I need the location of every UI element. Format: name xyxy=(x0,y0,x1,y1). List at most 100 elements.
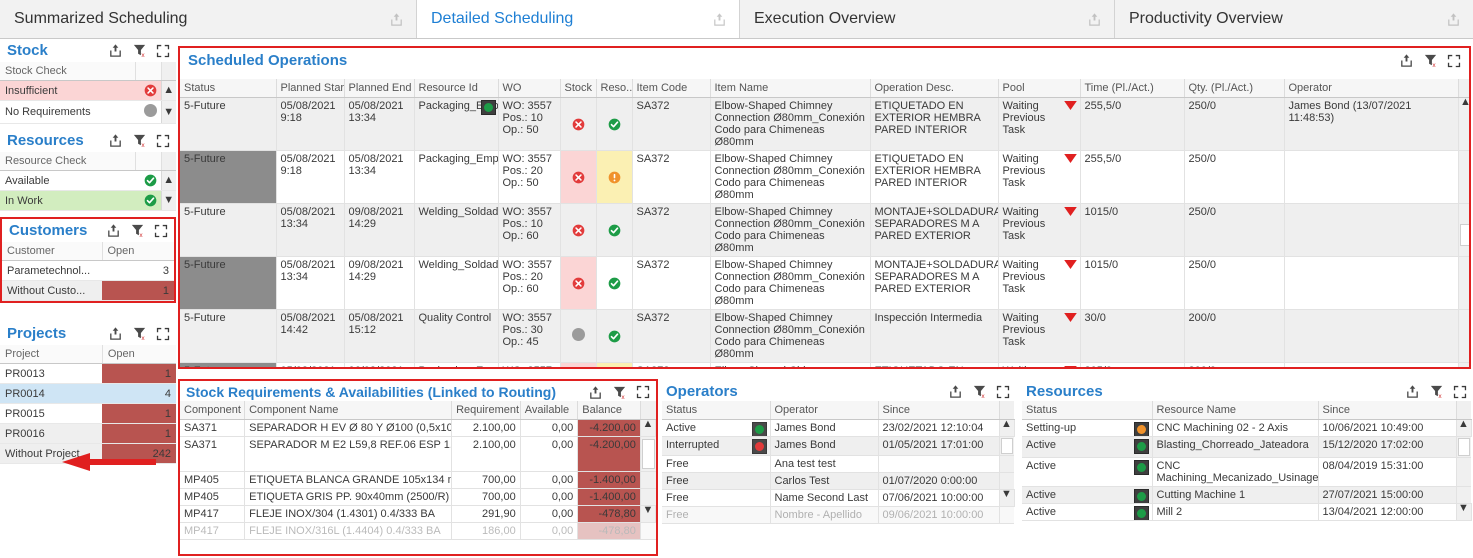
column-header-pool[interactable]: Pool xyxy=(998,79,1080,98)
table-row[interactable]: Active CNC Machining_Mecanizado_Usinagem… xyxy=(1022,458,1471,487)
filter-clear-icon[interactable]: x xyxy=(130,223,145,238)
table-row[interactable]: Without Custo... 1 xyxy=(2,281,174,301)
filter-clear-icon[interactable]: x xyxy=(1423,53,1438,68)
scroll-down-button[interactable]: ▼ xyxy=(640,506,655,523)
column-header-qty[interactable]: Qty. (Pl./Act.) xyxy=(1184,79,1284,98)
scroll-down-button[interactable]: ▼ xyxy=(1456,504,1471,521)
tab-detailed-scheduling[interactable]: Detailed Scheduling xyxy=(417,0,740,38)
column-header-stock[interactable]: Stock xyxy=(560,79,596,98)
scroll-up-button[interactable]: ▲ xyxy=(1456,420,1471,437)
table-row[interactable]: MP405 ETIQUETA BLANCA GRANDE 105x134 mm.… xyxy=(180,472,656,489)
table-row[interactable]: MP417 FLEJE INOX/304 (1.4301) 0.4/333 BA… xyxy=(180,506,656,523)
scrollbar-track[interactable] xyxy=(640,523,655,540)
tab-productivity-overview[interactable]: Productivity Overview xyxy=(1115,0,1473,38)
tab-execution-overview[interactable]: Execution Overview xyxy=(740,0,1115,38)
scrollbar-track[interactable] xyxy=(640,489,655,506)
table-row[interactable]: In Work ▼ xyxy=(0,191,176,211)
column-header-resource-check[interactable]: Reso... xyxy=(596,79,632,98)
export-icon[interactable] xyxy=(712,12,727,27)
column-header-operator[interactable]: Operator xyxy=(1284,79,1458,98)
column-header-status[interactable]: Status xyxy=(1022,401,1152,420)
column-header-requirement[interactable]: Requirement xyxy=(452,401,521,420)
filter-clear-icon[interactable]: x xyxy=(132,133,147,148)
export-icon[interactable] xyxy=(1446,12,1461,27)
export-icon[interactable] xyxy=(948,384,963,399)
scrollbar-track[interactable] xyxy=(999,456,1014,473)
table-row[interactable]: Available ▲ xyxy=(0,171,176,191)
column-header-planned-end[interactable]: Planned End xyxy=(344,79,414,98)
table-row[interactable]: 5-Future 05/08/2021 13:34 09/08/2021 14:… xyxy=(180,257,1469,310)
table-row[interactable]: Active Blasting_Chorreado_Jateadora 15/1… xyxy=(1022,437,1471,458)
scroll-up-button[interactable]: ▲ xyxy=(640,420,655,437)
filter-clear-icon[interactable]: x xyxy=(132,326,147,341)
table-row[interactable]: PR0016 1 xyxy=(0,424,176,444)
table-row[interactable]: SA371 SEPARADOR M E2 L59,8 REF.06 ESP 1.… xyxy=(180,437,656,472)
table-row[interactable]: No Requirements ▼ xyxy=(0,101,176,124)
scroll-down-button[interactable]: ▼ xyxy=(1458,363,1469,368)
scrollbar-track[interactable] xyxy=(1456,458,1471,487)
column-header-item-name[interactable]: Item Name xyxy=(710,79,870,98)
column-header-planned-start[interactable]: Planned Start xyxy=(276,79,344,98)
column-header-since[interactable]: Since xyxy=(1318,401,1456,420)
expand-icon[interactable] xyxy=(996,385,1010,399)
filter-clear-icon[interactable]: x xyxy=(1429,384,1444,399)
scrollbar-track[interactable] xyxy=(1458,257,1469,310)
scrollbar-thumb[interactable] xyxy=(1458,204,1469,257)
table-row[interactable]: Parametechnol... 3 xyxy=(2,261,174,281)
column-header-available[interactable]: Available xyxy=(520,401,578,420)
table-row[interactable]: Active Mill 2 13/04/2021 12:00:00 ▼ xyxy=(1022,504,1471,521)
column-header-component[interactable]: Component xyxy=(180,401,245,420)
table-row[interactable]: PR0014 4 xyxy=(0,384,176,404)
table-row[interactable]: SA371 SEPARADOR H EV Ø 80 Y Ø100 (0,5x10… xyxy=(180,420,656,437)
expand-icon[interactable] xyxy=(1453,385,1467,399)
table-row[interactable]: 5-Future 05/08/2021 9:18 05/08/2021 13:3… xyxy=(180,151,1469,204)
table-row[interactable]: Active Cutting Machine 1 27/07/2021 15:0… xyxy=(1022,487,1471,504)
export-icon[interactable] xyxy=(1405,384,1420,399)
table-row[interactable]: Free Nombre - Apellido 09/06/2021 10:00:… xyxy=(662,507,1014,524)
tab-summarized-scheduling[interactable]: Summarized Scheduling xyxy=(0,0,417,38)
column-header-resource-id[interactable]: Resource Id xyxy=(414,79,498,98)
filter-clear-icon[interactable]: x xyxy=(132,43,147,58)
export-icon[interactable] xyxy=(108,133,123,148)
table-row[interactable]: Interrupted James Bond 01/05/2021 17:01:… xyxy=(662,437,1014,456)
scrollbar-thumb[interactable] xyxy=(1456,437,1471,458)
scrollbar-thumb[interactable] xyxy=(640,437,655,472)
export-icon[interactable] xyxy=(108,43,123,58)
table-row[interactable]: 5-Future 05/08/2021 15:12 06/08/2021 10:… xyxy=(180,363,1469,368)
expand-icon[interactable] xyxy=(156,134,170,148)
scrollbar-track[interactable] xyxy=(640,472,655,489)
scrollbar-track[interactable] xyxy=(999,507,1014,524)
export-icon[interactable] xyxy=(108,326,123,341)
scroll-down-button[interactable]: ▼ xyxy=(999,490,1014,507)
table-row[interactable]: Insufficient ▲ xyxy=(0,81,176,101)
column-header-since[interactable]: Since xyxy=(878,401,999,420)
scrollbar-track[interactable] xyxy=(999,473,1014,490)
scrollbar-thumb[interactable] xyxy=(999,437,1014,456)
table-row[interactable]: MP405 ETIQUETA GRIS PP. 90x40mm (2500/R)… xyxy=(180,489,656,506)
expand-icon[interactable] xyxy=(1447,54,1461,68)
scroll-down-button[interactable]: ▼ xyxy=(161,101,176,124)
table-row[interactable]: PR0015 1 xyxy=(0,404,176,424)
scrollbar-track[interactable] xyxy=(1456,487,1471,504)
table-row[interactable]: 5-Future 05/08/2021 9:18 05/08/2021 13:3… xyxy=(180,98,1469,151)
column-header-operator[interactable]: Operator xyxy=(770,401,878,420)
table-row[interactable]: Free Carlos Test 01/07/2020 0:00:00 xyxy=(662,473,1014,490)
column-header-wo[interactable]: WO xyxy=(498,79,560,98)
scroll-up-button[interactable]: ▲ xyxy=(999,420,1014,437)
scrollbar-track[interactable] xyxy=(1458,151,1469,204)
table-row[interactable]: Free Name Second Last 07/06/2021 10:00:0… xyxy=(662,490,1014,507)
export-icon[interactable] xyxy=(1399,53,1414,68)
column-header-balance[interactable]: Balance xyxy=(578,401,641,420)
column-header-resource-name[interactable]: Resource Name xyxy=(1152,401,1318,420)
expand-icon[interactable] xyxy=(156,327,170,341)
table-row[interactable]: MP417 FLEJE INOX/316L (1.4404) 0.4/333 B… xyxy=(180,523,656,540)
expand-icon[interactable] xyxy=(156,44,170,58)
scrollbar-track[interactable] xyxy=(1458,310,1469,363)
table-row[interactable]: Active James Bond 23/02/2021 12:10:04 ▲ xyxy=(662,420,1014,437)
export-icon[interactable] xyxy=(1087,12,1102,27)
filter-clear-icon[interactable]: x xyxy=(972,384,987,399)
table-row[interactable]: PR0013 1 xyxy=(0,364,176,384)
column-header-component-name[interactable]: Component Name xyxy=(245,401,452,420)
column-header-item-code[interactable]: Item Code xyxy=(632,79,710,98)
column-header-status[interactable]: Status xyxy=(662,401,770,420)
